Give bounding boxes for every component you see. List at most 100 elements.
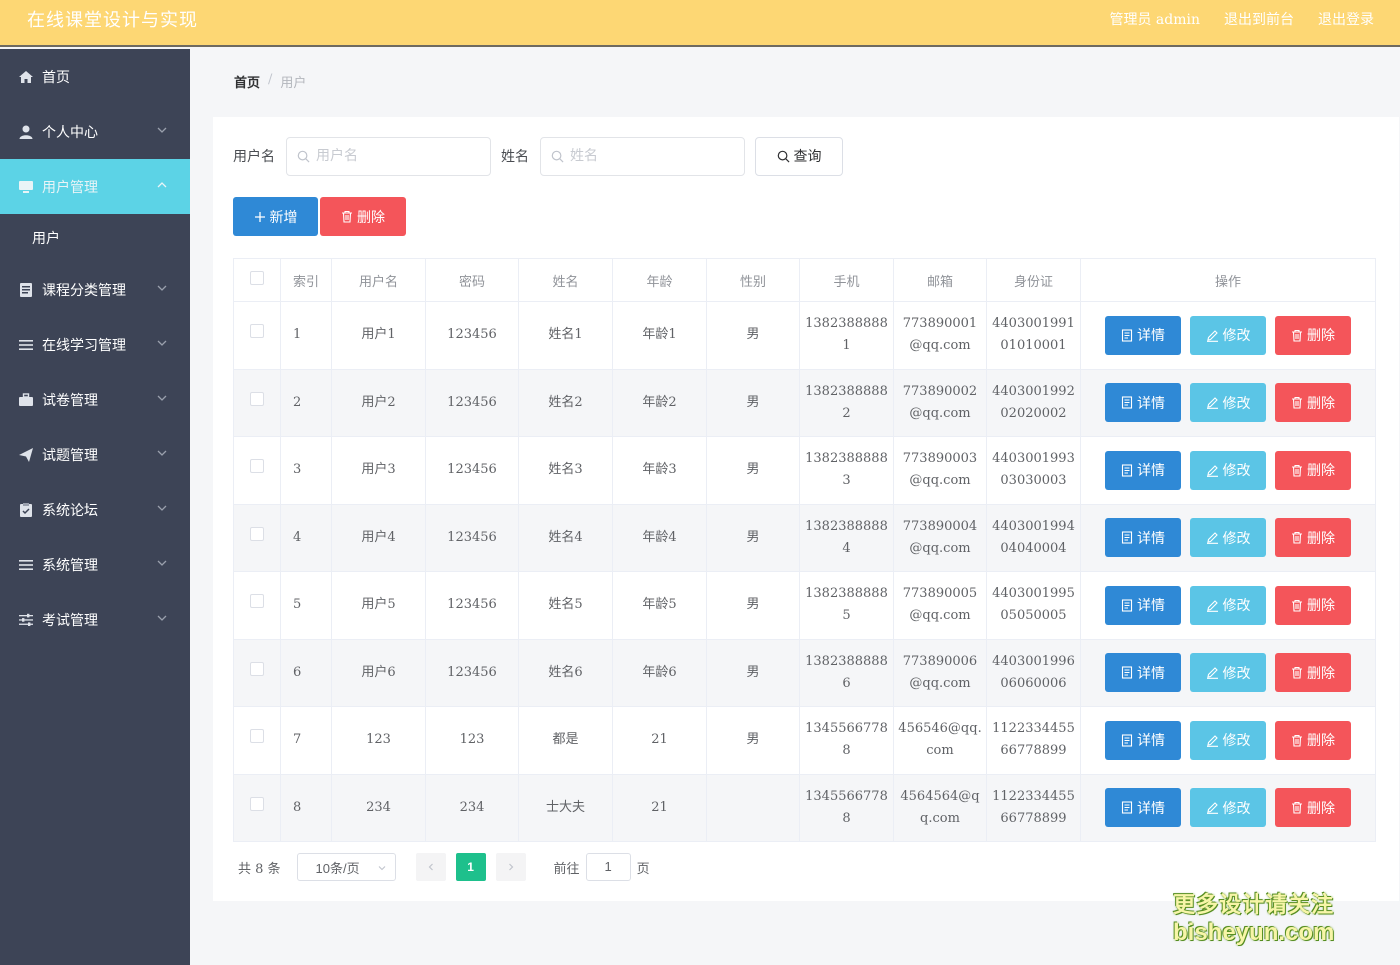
sidebar-item-exam-paper[interactable]: 试卷管理 [0,372,190,427]
header-operations: 操作 [1080,258,1376,302]
table-row: 3 用户3 123456 姓名3 年龄3 男 1382388888 3 773890003 @qq… [233,436,1376,505]
username-search-field[interactable] [286,136,491,176]
detail-button[interactable]: 详情 [1105,788,1181,828]
row-checkbox[interactable] [250,594,264,609]
edit-button[interactable]: 修改 [1190,383,1266,423]
cell-name: 士大夫 [518,773,613,842]
cell-email: 773890002 @qq.com [893,368,987,437]
chevron-up-icon [157,182,167,188]
delete-button[interactable]: 删除 [1275,450,1351,490]
row-checkbox[interactable] [250,459,264,474]
edit-button[interactable]: 修改 [1190,315,1266,355]
delete-button-label: 删除 [1307,664,1335,681]
header-age: 年龄 [612,258,707,302]
cell-email-line1: 456546@qq. [898,721,982,737]
edit-button[interactable]: 修改 [1190,720,1266,760]
search-icon [551,150,564,162]
next-page-button[interactable] [495,853,526,881]
menu-icon [18,337,34,353]
cell-idcard-line2: 66778899 [1000,743,1067,759]
delete-button[interactable]: 删除 [1275,383,1351,423]
detail-button[interactable]: 详情 [1105,653,1181,693]
table-row: 6 用户6 123456 姓名6 年龄6 男 1382388888 6 773890006 @qq… [233,638,1376,707]
sidebar-item-online-learning[interactable]: 在线学习管理 [0,317,190,372]
row-checkbox[interactable] [250,526,264,541]
edit-button[interactable]: 修改 [1190,518,1266,558]
row-select-cell [233,368,281,437]
detail-button[interactable]: 详情 [1105,383,1181,423]
cell-email: 773890005 @qq.com [893,571,987,640]
page-size-select[interactable]: 10条/页 [296,853,396,881]
sidebar-item-personal-center[interactable]: 个人中心 [0,104,190,159]
row-checkbox[interactable] [250,796,264,811]
cell-email: 4564564@q q.com [893,773,987,842]
watermark-line2: bisheyun.com [1173,919,1335,946]
edit-button[interactable]: 修改 [1190,585,1266,625]
detail-button[interactable]: 详情 [1105,518,1181,558]
cell-phone-line2: 2 [842,405,851,421]
sidebar-item-home[interactable]: 首页 [0,49,190,104]
trash-icon [1292,599,1302,612]
breadcrumb-current: 用户 [280,76,307,91]
page-number-button[interactable]: 1 [455,853,486,881]
delete-button[interactable]: 删除 [1275,788,1351,828]
cell-name: 都是 [518,706,613,775]
back-to-frontend-link[interactable]: 退出到前台 [1224,9,1294,29]
cell-username: 用户2 [331,368,426,437]
delete-button[interactable]: 删除 [1275,315,1351,355]
row-checkbox[interactable] [250,729,264,744]
detail-button-label: 详情 [1137,394,1165,411]
detail-button-label: 详情 [1137,799,1165,816]
prev-page-button[interactable] [415,853,446,881]
cell-operations: 详情 修改 删除 [1080,773,1376,842]
add-button[interactable]: 新增 [233,197,318,236]
cell-gender: 男 [706,638,800,707]
name-search-input[interactable] [570,148,740,164]
delete-button[interactable]: 删除 [1275,653,1351,693]
edit-button[interactable]: 修改 [1190,653,1266,693]
name-search-field[interactable] [540,136,745,176]
detail-button[interactable]: 详情 [1105,315,1181,355]
delete-button-label: 删除 [1307,327,1335,344]
cell-idcard-line2: 01010001 [1000,338,1067,354]
cell-idcard-line2: 04040004 [1000,540,1067,556]
cell-username: 用户4 [331,503,426,572]
sidebar-item-question[interactable]: 试题管理 [0,427,190,482]
username-search-input[interactable] [316,148,486,164]
row-checkbox[interactable] [250,324,264,339]
sidebar-subitem-user[interactable]: 用户 [0,214,190,262]
delete-button[interactable]: 删除 [1275,720,1351,760]
cell-idcard-line1: 1122334455 [992,721,1075,737]
sliders-icon [18,612,34,628]
query-button[interactable]: 查询 [755,136,843,176]
watermark-line1: 更多设计请关注 [1173,892,1335,917]
sidebar-item-user-management[interactable]: 用户管理 [0,159,190,214]
delete-button-label: 删除 [1307,597,1335,614]
edit-button-label: 修改 [1222,327,1251,344]
chevron-right-icon [508,863,513,871]
batch-delete-button[interactable]: 删除 [320,197,406,236]
select-all-checkbox[interactable] [250,271,264,285]
detail-button[interactable]: 详情 [1105,585,1181,625]
sidebar-item-course-category[interactable]: 课程分类管理 [0,262,190,317]
goto-page-input[interactable]: 1 [585,853,631,881]
trash-icon [1292,397,1302,409]
sidebar-item-forum[interactable]: 系统论坛 [0,482,190,537]
sidebar-item-system[interactable]: 系统管理 [0,537,190,592]
row-checkbox[interactable] [250,661,264,676]
detail-button[interactable]: 详情 [1105,720,1181,760]
chevron-down-icon [157,395,167,401]
breadcrumb-home[interactable]: 首页 [234,72,260,91]
detail-button[interactable]: 详情 [1105,450,1181,490]
app-title: 在线课堂设计与实现 [27,10,198,31]
sidebar-item-exam[interactable]: 考试管理 [0,592,190,647]
delete-button[interactable]: 删除 [1275,518,1351,558]
edit-button[interactable]: 修改 [1190,450,1266,490]
cell-phone: 1382388888 2 [799,368,894,437]
delete-button[interactable]: 删除 [1275,585,1351,625]
row-checkbox[interactable] [250,391,264,406]
content-panel: 用户名 姓名 查询 新增 删除 索引 用户名 [213,117,1399,901]
admin-user-link[interactable]: 管理员 admin [1109,9,1200,29]
logout-link[interactable]: 退出登录 [1318,9,1374,29]
edit-button[interactable]: 修改 [1190,788,1266,828]
